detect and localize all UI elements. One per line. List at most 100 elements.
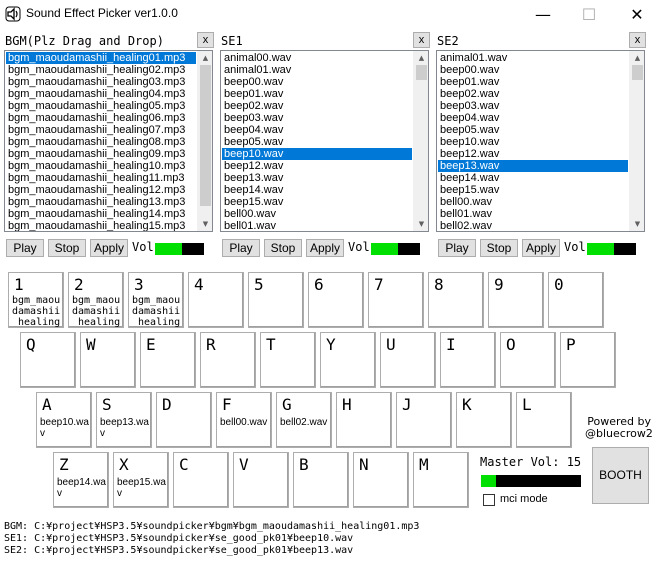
list-item[interactable]: bell01.wav (438, 208, 628, 220)
key-u[interactable]: U (380, 332, 436, 388)
scroll-thumb[interactable] (200, 65, 211, 206)
list-item[interactable]: beep01.wav (222, 88, 412, 100)
key-r[interactable]: R (200, 332, 256, 388)
scroll-down-icon[interactable]: ▼ (198, 217, 212, 231)
mci-mode-checkbox[interactable] (483, 494, 495, 506)
list-item[interactable]: bell02.wav (438, 220, 628, 231)
list-item[interactable]: bell01.wav (222, 220, 412, 231)
scroll-up-icon[interactable]: ▲ (198, 51, 212, 65)
list-item[interactable]: animal00.wav (222, 52, 412, 64)
master-volume-slider[interactable] (481, 475, 581, 487)
list-item[interactable]: animal01.wav (222, 64, 412, 76)
minimize-button[interactable]: — (520, 0, 566, 28)
list-item[interactable]: beep13.wav (222, 172, 412, 184)
list-item[interactable]: animal01.wav (438, 52, 628, 64)
title-bar[interactable]: Sound Effect Picker ver1.0.0 — ☐ ✕ (0, 0, 662, 28)
bgm-play-button[interactable]: Play (6, 239, 44, 257)
key-2[interactable]: 2 bgm_maoudamashii_healing (68, 272, 124, 328)
key-f[interactable]: Fbell00.wav (216, 392, 272, 448)
se2-apply-button[interactable]: Apply (522, 239, 560, 257)
list-item[interactable]: beep04.wav (438, 112, 628, 124)
list-item[interactable]: beep15.wav (438, 184, 628, 196)
key-k[interactable]: K (456, 392, 512, 448)
key-w[interactable]: W (80, 332, 136, 388)
key-1[interactable]: 1 bgm_maoudamashii_healing (8, 272, 64, 328)
key-z[interactable]: Zbeep14.wav (53, 452, 109, 508)
key-0[interactable]: 0 (548, 272, 604, 328)
scroll-down-icon[interactable]: ▼ (414, 217, 428, 231)
key-7[interactable]: 7 (368, 272, 424, 328)
list-item[interactable]: bgm_maoudamashii_healing04.mp3 (6, 88, 196, 100)
key-l[interactable]: L (516, 392, 572, 448)
list-item[interactable]: beep03.wav (438, 100, 628, 112)
list-item[interactable]: bgm_maoudamashii_healing06.mp3 (6, 112, 196, 124)
list-item[interactable]: beep04.wav (222, 124, 412, 136)
list-item[interactable]: bgm_maoudamashii_healing07.mp3 (6, 124, 196, 136)
se2-volume-slider[interactable] (587, 243, 636, 255)
key-m[interactable]: M (413, 452, 469, 508)
close-window-button[interactable]: ✕ (614, 0, 660, 28)
booth-button[interactable]: BOOTH (592, 447, 649, 504)
se1-listbox[interactable]: animal00.wav animal01.wav beep00.wav beep01… (220, 50, 429, 232)
key-4[interactable]: 4 (188, 272, 244, 328)
list-item[interactable]: beep01.wav (438, 76, 628, 88)
key-t[interactable]: T (260, 332, 316, 388)
se1-clear-button[interactable]: x (413, 32, 430, 48)
key-d[interactable]: D (156, 392, 212, 448)
scroll-thumb[interactable] (632, 65, 643, 80)
key-b[interactable]: B (293, 452, 349, 508)
list-item[interactable]: bgm_maoudamashii_healing01.mp3 (6, 52, 196, 64)
key-q[interactable]: Q (20, 332, 76, 388)
list-item[interactable]: bgm_maoudamashii_healing11.mp3 (6, 172, 196, 184)
bgm-clear-button[interactable]: x (197, 32, 214, 48)
key-y[interactable]: Y (320, 332, 376, 388)
key-c[interactable]: C (173, 452, 229, 508)
se2-listbox[interactable]: animal01.wav beep00.wav beep01.wav beep02.w… (436, 50, 645, 232)
list-item[interactable]: beep14.wav (222, 184, 412, 196)
list-item[interactable]: beep00.wav (222, 76, 412, 88)
key-3[interactable]: 3 bgm_maoudamashii_healing (128, 272, 184, 328)
list-item[interactable]: bgm_maoudamashii_healing15.mp3 (6, 220, 196, 231)
list-item[interactable]: bgm_maoudamashii_healing14.mp3 (6, 208, 196, 220)
scroll-up-icon[interactable]: ▲ (630, 51, 644, 65)
se2-scrollbar[interactable]: ▲ ▼ (629, 51, 644, 231)
se1-play-button[interactable]: Play (222, 239, 260, 257)
list-item[interactable]: beep02.wav (222, 100, 412, 112)
list-item[interactable]: bgm_maoudamashii_healing02.mp3 (6, 64, 196, 76)
list-item[interactable]: bgm_maoudamashii_healing09.mp3 (6, 148, 196, 160)
se2-clear-button[interactable]: x (629, 32, 646, 48)
se2-stop-button[interactable]: Stop (480, 239, 518, 257)
bgm-scrollbar[interactable]: ▲ ▼ (197, 51, 212, 231)
list-item[interactable]: beep12.wav (438, 148, 628, 160)
list-item[interactable]: beep00.wav (438, 64, 628, 76)
key-s[interactable]: Sbeep13.wav (96, 392, 152, 448)
list-item[interactable]: bgm_maoudamashii_healing05.mp3 (6, 100, 196, 112)
se1-volume-slider[interactable] (371, 243, 420, 255)
bgm-stop-button[interactable]: Stop (48, 239, 86, 257)
key-o[interactable]: O (500, 332, 556, 388)
list-item[interactable]: bell00.wav (438, 196, 628, 208)
list-item[interactable]: beep10.wav (222, 148, 412, 160)
scroll-thumb[interactable] (416, 65, 427, 80)
se2-play-button[interactable]: Play (438, 239, 476, 257)
maximize-button[interactable]: ☐ (566, 0, 612, 28)
list-item[interactable]: bgm_maoudamashii_healing03.mp3 (6, 76, 196, 88)
key-i[interactable]: I (440, 332, 496, 388)
scroll-down-icon[interactable]: ▼ (630, 217, 644, 231)
se1-apply-button[interactable]: Apply (306, 239, 344, 257)
list-item[interactable]: beep12.wav (222, 160, 412, 172)
key-8[interactable]: 8 (428, 272, 484, 328)
list-item[interactable]: beep05.wav (438, 124, 628, 136)
key-a[interactable]: Abeep10.wav (36, 392, 92, 448)
key-5[interactable]: 5 (248, 272, 304, 328)
list-item[interactable]: bgm_maoudamashii_healing10.mp3 (6, 160, 196, 172)
key-p[interactable]: P (560, 332, 616, 388)
key-e[interactable]: E (140, 332, 196, 388)
scroll-up-icon[interactable]: ▲ (414, 51, 428, 65)
key-6[interactable]: 6 (308, 272, 364, 328)
list-item[interactable]: bgm_maoudamashii_healing12.mp3 (6, 184, 196, 196)
list-item[interactable]: beep15.wav (222, 196, 412, 208)
list-item[interactable]: beep02.wav (438, 88, 628, 100)
list-item[interactable]: beep14.wav (438, 172, 628, 184)
bgm-apply-button[interactable]: Apply (90, 239, 128, 257)
